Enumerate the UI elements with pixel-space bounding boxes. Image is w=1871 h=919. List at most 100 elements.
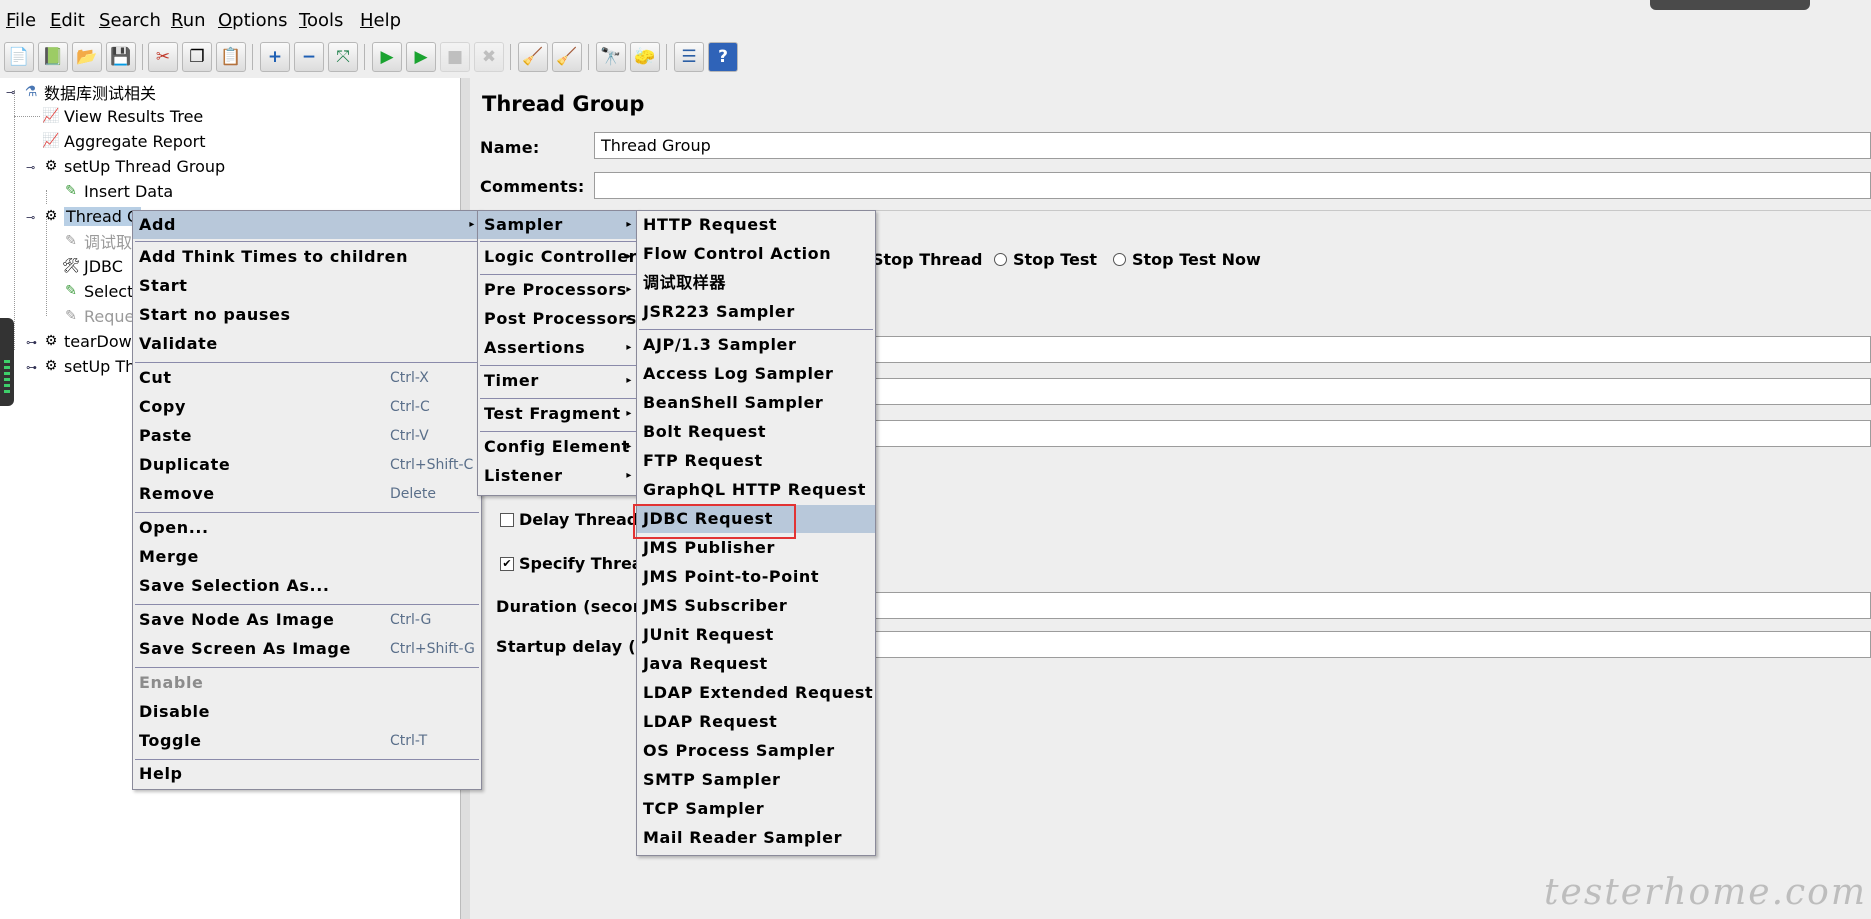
menu-item-mail-reader-sampler[interactable]: Mail Reader Sampler bbox=[637, 824, 875, 852]
menu-item-listener[interactable]: Listener ▸ bbox=[478, 462, 638, 490]
radio-stop-thread[interactable]: Stop Thread bbox=[872, 250, 982, 269]
expand-toggle-icon[interactable]: ⊸ bbox=[6, 86, 15, 99]
collapse-icon[interactable]: − bbox=[294, 42, 324, 72]
menu-item-config-element[interactable]: Config Element ▸ bbox=[478, 433, 638, 461]
menu-item-ldap-request[interactable]: LDAP Request bbox=[637, 708, 875, 736]
menu-item-bolt-request[interactable]: Bolt Request bbox=[637, 418, 875, 446]
menu-item-jsr223-sampler[interactable]: JSR223 Sampler bbox=[637, 298, 875, 326]
menu-item-remove[interactable]: Remove Delete bbox=[133, 480, 481, 508]
loop-count-input[interactable] bbox=[870, 420, 1871, 447]
menu-item-ftp-request[interactable]: FTP Request bbox=[637, 447, 875, 475]
radio-stop-test-now[interactable]: Stop Test Now bbox=[1113, 250, 1261, 269]
menu-item-save-screen-image[interactable]: Save Screen As Image Ctrl+Shift-G bbox=[133, 635, 481, 663]
tree-node-view-results-tree[interactable]: 📈 View Results Tree bbox=[42, 104, 203, 128]
menu-item-copy[interactable]: Copy Ctrl-C bbox=[133, 393, 481, 421]
tree-node-teardown-thread-group[interactable]: ⚙ tearDow bbox=[42, 329, 132, 353]
specify-thread-lifetime-checkbox[interactable]: ✔ Specify Threa bbox=[500, 554, 643, 573]
radio-stop-test[interactable]: Stop Test bbox=[994, 250, 1097, 269]
menu-item-open[interactable]: Open... bbox=[133, 514, 481, 542]
tree-node-thread-group[interactable]: ⚙ Thread G bbox=[42, 204, 142, 228]
clear-icon[interactable]: 🧹 bbox=[518, 42, 548, 72]
menu-item-start-no-pauses[interactable]: Start no pauses bbox=[133, 301, 481, 329]
copy-icon[interactable]: ❐ bbox=[182, 42, 212, 72]
shutdown-icon[interactable]: ✖ bbox=[474, 42, 504, 72]
menu-item-tcp-sampler[interactable]: TCP Sampler bbox=[637, 795, 875, 823]
name-input[interactable]: Thread Group bbox=[594, 132, 1871, 159]
menu-item-add-think-times[interactable]: Add Think Times to children bbox=[133, 243, 481, 271]
menu-options[interactable]: Options bbox=[218, 10, 287, 31]
tree-node-select[interactable]: ✎ Select bbox=[62, 279, 133, 303]
menu-item-duplicate[interactable]: Duplicate Ctrl+Shift-C bbox=[133, 451, 481, 479]
menu-item-cut[interactable]: Cut Ctrl-X bbox=[133, 364, 481, 392]
tree-node-test-plan[interactable]: ⚗ 数据库测试相关 bbox=[22, 80, 156, 104]
menu-item-debug-sampler[interactable]: 调试取样器 bbox=[637, 269, 875, 297]
tree-node-setup-thread-group[interactable]: ⚙ setUp Thread Group bbox=[42, 154, 225, 178]
menu-item-ajp-sampler[interactable]: AJP/1.3 Sampler bbox=[637, 331, 875, 359]
menu-item-paste[interactable]: Paste Ctrl-V bbox=[133, 422, 481, 450]
tree-node-aggregate-report[interactable]: 📈 Aggregate Report bbox=[42, 129, 205, 153]
start-no-pauses-icon[interactable]: ▶ bbox=[406, 42, 436, 72]
reset-search-icon[interactable]: 🧽 bbox=[630, 42, 660, 72]
menu-item-post-processors[interactable]: Post Processors ▸ bbox=[478, 305, 638, 333]
tree-node-jdbc[interactable]: 🛠 JDBC bbox=[62, 254, 123, 278]
search-icon[interactable]: 🔭 bbox=[596, 42, 626, 72]
menu-item-jms-point-to-point[interactable]: JMS Point-to-Point bbox=[637, 563, 875, 591]
startup-delay-input[interactable] bbox=[870, 631, 1871, 658]
menu-item-help[interactable]: Help bbox=[133, 760, 481, 788]
menu-run[interactable]: Run bbox=[171, 10, 206, 31]
duration-input[interactable] bbox=[870, 592, 1871, 619]
menu-item-timer[interactable]: Timer ▸ bbox=[478, 367, 638, 395]
tree-node-insert-data[interactable]: ✎ Insert Data bbox=[62, 179, 173, 203]
clear-all-icon[interactable]: 🧹 bbox=[552, 42, 582, 72]
stop-icon[interactable]: ■ bbox=[440, 42, 470, 72]
menu-item-flow-control-action[interactable]: Flow Control Action bbox=[637, 240, 875, 268]
menu-item-smtp-sampler[interactable]: SMTP Sampler bbox=[637, 766, 875, 794]
menu-item-disable[interactable]: Disable bbox=[133, 698, 481, 726]
new-icon[interactable]: 📄 bbox=[4, 42, 34, 72]
menu-item-add[interactable]: Add ▸ bbox=[133, 211, 481, 239]
menu-help[interactable]: Help bbox=[360, 10, 401, 31]
toggle-icon[interactable]: ⤧ bbox=[328, 42, 358, 72]
menu-search[interactable]: Search bbox=[99, 10, 161, 31]
number-of-threads-input[interactable] bbox=[870, 336, 1871, 363]
menu-file[interactable]: File bbox=[6, 10, 36, 31]
menu-edit[interactable]: Edit bbox=[50, 10, 85, 31]
help-icon[interactable]: ? bbox=[708, 42, 738, 72]
menu-item-access-log-sampler[interactable]: Access Log Sampler bbox=[637, 360, 875, 388]
menu-item-junit-request[interactable]: JUnit Request bbox=[637, 621, 875, 649]
menu-item-merge[interactable]: Merge bbox=[133, 543, 481, 571]
menu-item-sampler[interactable]: Sampler ▸ bbox=[478, 211, 638, 239]
start-icon[interactable]: ▶ bbox=[372, 42, 402, 72]
menu-item-ldap-extended-request[interactable]: LDAP Extended Request bbox=[637, 679, 875, 707]
open-icon[interactable]: 📂 bbox=[72, 42, 102, 72]
menu-item-validate[interactable]: Validate bbox=[133, 330, 481, 358]
save-icon[interactable]: 💾 bbox=[106, 42, 136, 72]
menu-item-enable[interactable]: Enable bbox=[133, 669, 481, 697]
menu-item-beanshell-sampler[interactable]: BeanShell Sampler bbox=[637, 389, 875, 417]
function-helper-icon[interactable]: ☰ bbox=[674, 42, 704, 72]
delay-thread-checkbox[interactable]: Delay Thread bbox=[500, 510, 638, 529]
paste-icon[interactable]: 📋 bbox=[216, 42, 246, 72]
tree-node-debug-sampler[interactable]: ✎ 调试取 bbox=[62, 229, 132, 253]
cut-icon[interactable]: ✂ bbox=[148, 42, 178, 72]
expand-toggle-icon[interactable]: ⊶ bbox=[26, 336, 37, 349]
expand-toggle-icon[interactable]: ⊸ bbox=[26, 161, 35, 174]
menu-tools[interactable]: Tools bbox=[299, 10, 343, 31]
ramp-up-input[interactable] bbox=[870, 378, 1871, 405]
comments-input[interactable] bbox=[594, 172, 1871, 199]
expand-toggle-icon[interactable]: ⊶ bbox=[26, 361, 37, 374]
menu-item-http-request[interactable]: HTTP Request bbox=[637, 211, 875, 239]
menu-item-java-request[interactable]: Java Request bbox=[637, 650, 875, 678]
menu-item-pre-processors[interactable]: Pre Processors ▸ bbox=[478, 276, 638, 304]
menu-item-save-node-image[interactable]: Save Node As Image Ctrl-G bbox=[133, 606, 481, 634]
menu-item-save-selection[interactable]: Save Selection As... bbox=[133, 572, 481, 600]
templates-icon[interactable]: 📗 bbox=[38, 42, 68, 72]
menu-item-os-process-sampler[interactable]: OS Process Sampler bbox=[637, 737, 875, 765]
tree-node-setup-thread-group-2[interactable]: ⚙ setUp Th bbox=[42, 354, 136, 378]
tree-node-request[interactable]: ✎ Reque bbox=[62, 304, 134, 328]
expand-icon[interactable]: + bbox=[260, 42, 290, 72]
menu-item-start[interactable]: Start bbox=[133, 272, 481, 300]
menu-item-test-fragment[interactable]: Test Fragment ▸ bbox=[478, 400, 638, 428]
menu-item-toggle[interactable]: Toggle Ctrl-T bbox=[133, 727, 481, 755]
menu-item-graphql-request[interactable]: GraphQL HTTP Request bbox=[637, 476, 875, 504]
